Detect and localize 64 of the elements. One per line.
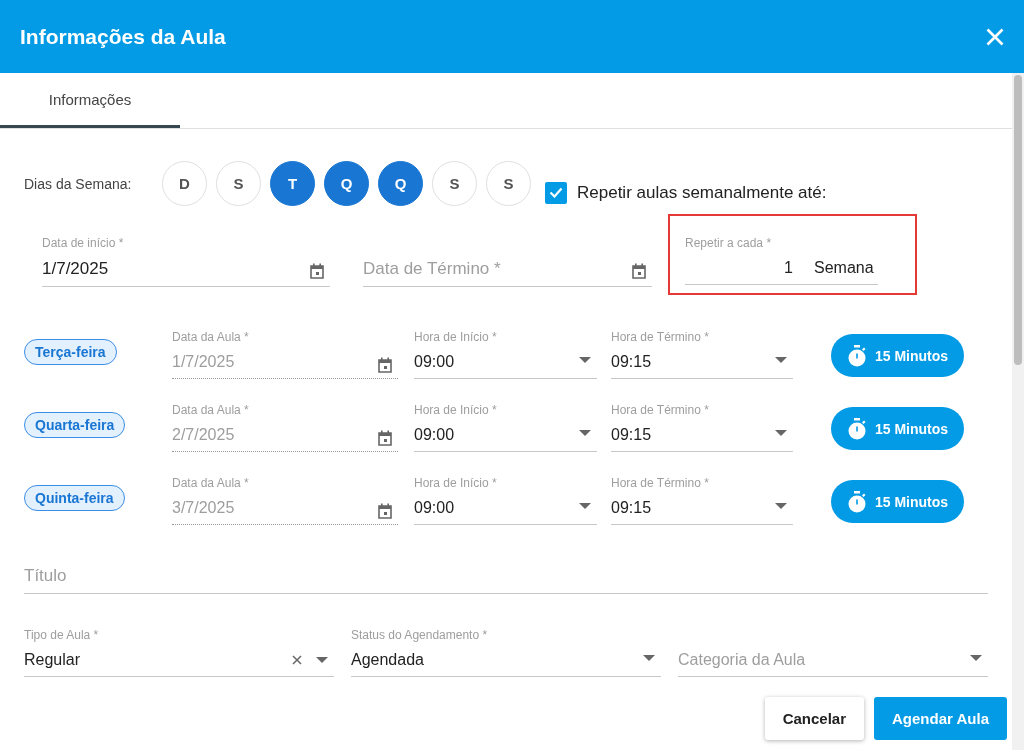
time-select[interactable]: 09:00 bbox=[414, 418, 597, 452]
field-label: Hora de Término * bbox=[611, 403, 709, 418]
dropdown-arrow-icon[interactable] bbox=[970, 655, 982, 661]
time-select[interactable]: 09:15 bbox=[611, 345, 793, 379]
field-label: Hora de Término * bbox=[611, 476, 709, 491]
field-label: Hora de Início * bbox=[414, 403, 497, 418]
checkbox[interactable] bbox=[545, 181, 567, 204]
dropdown-arrow-icon[interactable] bbox=[579, 430, 591, 436]
weekday-toggle[interactable]: S bbox=[216, 161, 261, 206]
dropdown-arrow-icon[interactable] bbox=[775, 357, 787, 363]
weekday-toggle[interactable]: Q bbox=[324, 161, 369, 206]
title-input[interactable]: Título bbox=[24, 558, 988, 594]
scrollbar-thumb[interactable] bbox=[1014, 75, 1022, 365]
select-input[interactable]: Regular bbox=[24, 643, 334, 677]
dropdown-arrow-icon[interactable] bbox=[775, 503, 787, 509]
stopwatch-icon bbox=[847, 490, 867, 513]
weekday-tag: Quarta-feira bbox=[24, 412, 126, 438]
field-label: Data da Aula * bbox=[172, 476, 249, 491]
close-icon[interactable] bbox=[986, 27, 1004, 46]
dropdown-arrow-icon[interactable] bbox=[579, 503, 591, 509]
calendar-icon[interactable] bbox=[378, 503, 392, 519]
checkbox-label: Repetir aulas semanalmente até: bbox=[577, 182, 827, 203]
weekday-toggle[interactable]: T bbox=[270, 161, 315, 206]
cancel-button[interactable]: Cancelar bbox=[764, 697, 865, 740]
time-select[interactable]: 09:00 bbox=[414, 345, 597, 379]
field-label: Hora de Início * bbox=[414, 476, 497, 491]
field-label: Data da Aula * bbox=[172, 403, 249, 418]
time-select[interactable]: 09:15 bbox=[611, 418, 793, 452]
calendar-icon[interactable] bbox=[378, 430, 392, 446]
weekday-toggle[interactable]: D bbox=[162, 161, 207, 206]
weekday-toggle[interactable]: S bbox=[486, 161, 531, 206]
check-icon bbox=[549, 187, 563, 198]
calendar-icon[interactable] bbox=[632, 263, 646, 279]
stopwatch-icon bbox=[847, 344, 867, 367]
field-label: Tipo de Aula * bbox=[24, 628, 99, 643]
dropdown-arrow-icon[interactable] bbox=[316, 657, 328, 663]
time-select[interactable]: 09:15 bbox=[611, 491, 793, 525]
dialog-title: Informações da Aula bbox=[20, 24, 226, 49]
weekday-tag: Terça-feira bbox=[24, 339, 117, 365]
field-label: Hora de Início * bbox=[414, 330, 497, 345]
field-label: Status do Agendamento * bbox=[351, 628, 488, 643]
weekday-tag: Quinta-feira bbox=[24, 485, 125, 511]
weekday-toggle[interactable]: S bbox=[432, 161, 477, 206]
weekdays-label: Dias da Semana: bbox=[24, 175, 133, 192]
field-label: Data de início * bbox=[42, 236, 124, 251]
calendar-icon[interactable] bbox=[378, 357, 392, 373]
select-input[interactable]: Agendada bbox=[351, 643, 661, 677]
dropdown-arrow-icon[interactable] bbox=[643, 655, 655, 661]
dropdown-arrow-icon[interactable] bbox=[579, 357, 591, 363]
number-input[interactable]: 1 bbox=[685, 251, 793, 285]
select-input[interactable]: Categoria da Aula bbox=[678, 643, 988, 677]
stopwatch-icon bbox=[847, 417, 867, 440]
time-select[interactable]: 09:00 bbox=[414, 491, 597, 525]
date-input[interactable]: Data de Término * bbox=[363, 251, 652, 287]
field-label: Repetir a cada * bbox=[685, 236, 773, 251]
calendar-icon[interactable] bbox=[310, 263, 324, 279]
date-input[interactable]: 1/7/2025 bbox=[42, 251, 330, 287]
clear-icon[interactable] bbox=[292, 655, 302, 665]
unit-label: Semana bbox=[793, 251, 878, 285]
field-label: Data da Aula * bbox=[172, 330, 249, 345]
weekday-toggle[interactable]: Q bbox=[378, 161, 423, 206]
field-label: Hora de Término * bbox=[611, 330, 709, 345]
dropdown-arrow-icon[interactable] bbox=[775, 430, 787, 436]
tab[interactable]: Informações bbox=[0, 73, 180, 128]
